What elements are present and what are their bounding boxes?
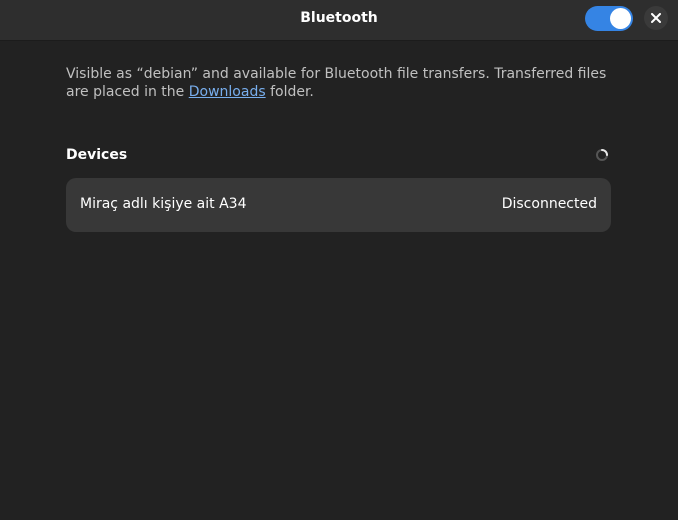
device-name: Miraç adlı kişiye ait A34 [80,196,247,212]
bluetooth-window: Bluetooth Visible as “debian” and availa… [0,0,678,520]
explanation-text-before: Visible as “debian” and available for Bl… [66,66,607,100]
device-list: Miraç adlı kişiye ait A34 Disconnected [66,178,611,232]
close-button[interactable] [644,6,668,30]
bluetooth-toggle-switch[interactable] [585,6,633,31]
spinner-icon [596,149,608,161]
downloads-link[interactable]: Downloads [189,84,266,100]
close-icon [651,13,661,23]
device-status: Disconnected [501,196,597,212]
devices-heading: Devices [66,147,128,163]
switch-knob [610,8,631,29]
headerbar: Bluetooth [0,0,678,41]
explanation-text-after: folder. [265,83,314,100]
visibility-explanation: Visible as “debian” and available for Bl… [66,66,611,101]
window-title: Bluetooth [300,10,378,26]
device-row[interactable]: Miraç adlı kişiye ait A34 Disconnected [66,178,611,232]
